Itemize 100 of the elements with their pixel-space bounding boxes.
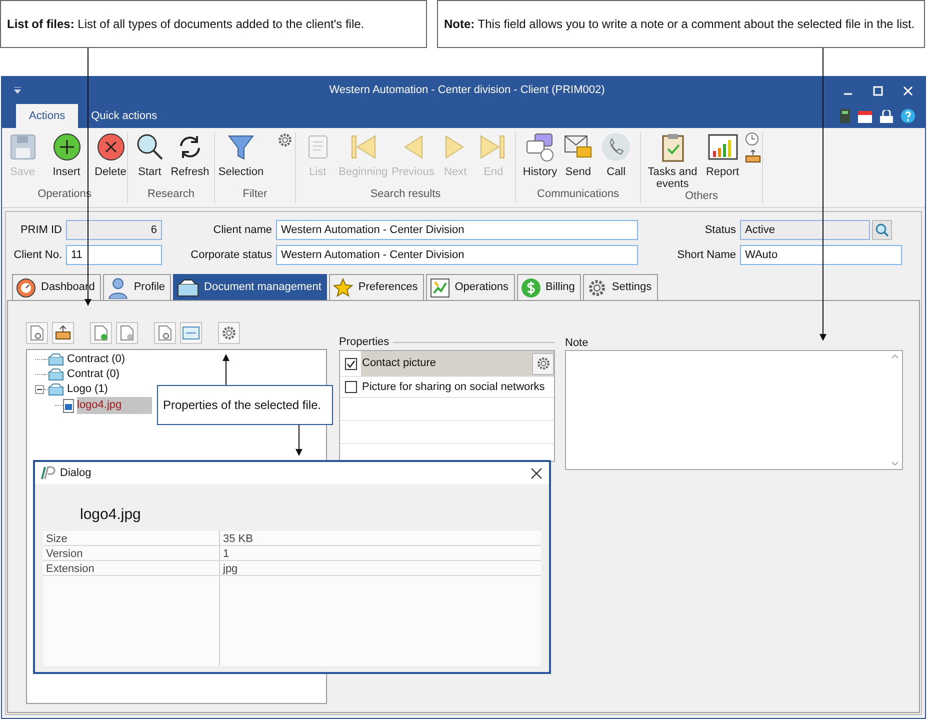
tab[interactable]: Preferences — [329, 274, 424, 300]
property-item[interactable]: Contact picture — [361, 351, 554, 376]
ribbon-button[interactable]: Refresh — [170, 132, 210, 178]
group-label: Filter — [242, 186, 268, 202]
image-file-icon — [182, 326, 200, 340]
search-icon — [134, 132, 165, 162]
text-field[interactable]: Western Automation - Center Division — [276, 220, 638, 240]
section-title: Note — [565, 336, 590, 349]
file-clock-icon — [120, 325, 134, 341]
table-cell-text: 35 KB — [222, 532, 253, 545]
tab[interactable]: Billing — [516, 274, 581, 300]
maximize-icon[interactable] — [873, 86, 883, 96]
plus-circle-icon — [52, 132, 82, 162]
tray-icon[interactable] — [744, 150, 760, 163]
folder-icon — [48, 353, 64, 366]
window-title: Western Automation - Center division - Client (PRIM002) — [328, 83, 606, 98]
close-icon[interactable] — [531, 468, 542, 478]
image-file-icon — [63, 398, 74, 412]
calendar-icon[interactable] — [858, 110, 872, 122]
gauge-icon — [16, 278, 36, 298]
ribbon-button[interactable]: Report — [704, 132, 740, 178]
checkbox[interactable] — [345, 381, 357, 393]
calculator-icon[interactable] — [840, 109, 850, 123]
group-label: Research — [146, 186, 196, 202]
toolbar-button[interactable] — [26, 322, 48, 344]
person-icon — [106, 276, 129, 298]
ribbon-button[interactable]: Insert — [48, 132, 84, 178]
checkbox[interactable] — [345, 358, 357, 370]
toolbar-button[interactable] — [180, 322, 202, 344]
help-icon[interactable] — [901, 109, 915, 123]
field-label: Corporate status — [190, 248, 273, 263]
file-zoom-icon — [158, 325, 172, 341]
bar-chart-icon — [708, 132, 738, 162]
tab[interactable]: Document management — [173, 274, 328, 300]
close-circle-icon — [96, 132, 126, 162]
ribbon-tab[interactable]: Actions — [16, 104, 78, 128]
group-label: Others — [684, 189, 719, 204]
folder-icon — [177, 278, 200, 298]
ribbon-button[interactable]: Start — [132, 132, 168, 178]
note-field[interactable] — [565, 350, 903, 470]
text-field[interactable]: Active — [740, 220, 870, 240]
settings-icon — [536, 356, 550, 371]
collapse-icon[interactable] — [35, 385, 44, 394]
table-cell-text: jpg — [222, 562, 238, 575]
ribbon-button[interactable]: Selection — [217, 132, 265, 178]
text-field[interactable]: Western Automation - Center Division — [276, 245, 638, 265]
arrow — [296, 424, 302, 456]
phone-icon — [601, 132, 632, 162]
text-field[interactable]: 11 — [66, 245, 162, 265]
ribbon-button[interactable]: Call — [598, 132, 634, 178]
text-field[interactable]: WAuto — [740, 245, 902, 265]
callout: List of files: List of all types of documents added to the client's file. — [0, 0, 427, 48]
ribbon-button[interactable]: History — [522, 132, 558, 178]
field-label: Client No. — [12, 248, 63, 263]
search-icon — [875, 223, 889, 237]
tree-item[interactable]: Logo (1) — [66, 381, 109, 398]
file-search-icon — [30, 325, 44, 341]
search-button[interactable] — [872, 220, 892, 240]
callout: Note: This field allows you to write a note or a comment about the selected file in the list. — [437, 0, 925, 48]
clock-icon[interactable] — [744, 132, 758, 146]
field-label: Client name — [212, 222, 273, 238]
toolbar-button[interactable] — [90, 322, 112, 344]
dialog-title: Dialog — [60, 466, 92, 481]
arrow — [222, 354, 230, 386]
toolbar-button[interactable] — [116, 322, 138, 344]
text-field[interactable]: 6 — [66, 220, 162, 240]
callout: Properties of the selected file. — [157, 385, 333, 425]
star-icon — [333, 278, 354, 298]
tree-item[interactable]: logo4.jpg — [77, 397, 152, 414]
toolbar-button[interactable] — [154, 322, 176, 344]
group-label: Search results — [369, 186, 442, 202]
tree-item[interactable]: Contract (0) — [66, 351, 126, 368]
chat-bubbles-icon — [524, 132, 555, 162]
settings-button[interactable] — [532, 352, 554, 374]
section-title: Properties — [339, 334, 390, 350]
ribbon-button[interactable]: Tasks and events — [642, 132, 702, 190]
tab[interactable]: Settings — [582, 274, 658, 300]
property-item[interactable]: Picture for sharing on social networks — [361, 377, 554, 397]
folder-icon — [48, 383, 64, 396]
toolbar-button[interactable] — [52, 322, 74, 344]
ribbon-button[interactable]: Send — [560, 132, 596, 178]
lock-icon[interactable] — [880, 110, 893, 122]
dollar-icon — [520, 278, 541, 298]
tab[interactable]: Profile — [102, 274, 172, 300]
tab[interactable]: Operations — [426, 274, 515, 300]
file-name: logo4.jpg — [80, 505, 142, 525]
folder-icon — [48, 368, 64, 381]
ribbon-button[interactable]: Delete — [92, 132, 128, 178]
gear-icon — [276, 132, 293, 148]
table-cell: Extension — [43, 561, 220, 575]
field-label: PRIM ID — [19, 222, 63, 238]
gear-icon — [586, 278, 607, 298]
tree-item[interactable]: Contrat (0) — [66, 366, 121, 383]
toolbar-button[interactable] — [218, 322, 240, 344]
ribbon-tab[interactable]: Quick actions — [78, 104, 170, 128]
table-cell: Version — [43, 546, 220, 560]
table-cell: Size — [43, 531, 220, 545]
field-label: Status — [704, 222, 737, 238]
tray-icon — [55, 325, 71, 341]
table-cell-text: 1 — [222, 547, 230, 560]
